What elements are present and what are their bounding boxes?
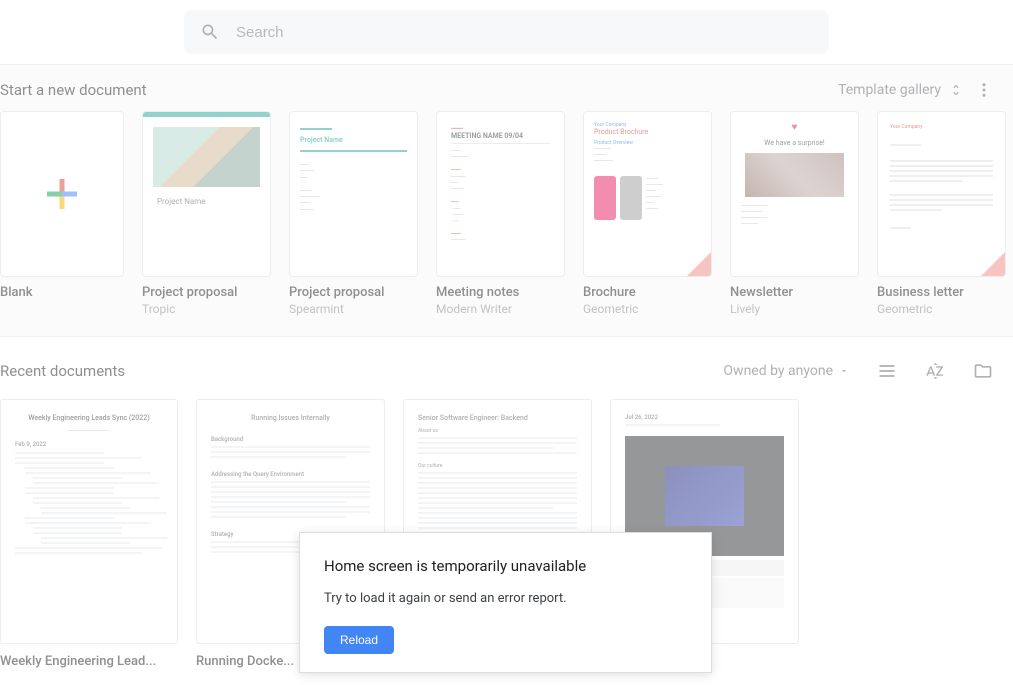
thumb-text: Your Company [594, 122, 701, 128]
plus-icon [42, 174, 82, 214]
template-subtitle: Tropic [142, 302, 271, 316]
template-proposal-tropic[interactable]: Project Name Project proposal Tropic [142, 111, 271, 316]
search-icon [200, 22, 220, 42]
thumb-text: Weekly Engineering Leads Sync (2022) [15, 414, 163, 422]
gallery-label-text: Template gallery [838, 82, 941, 98]
owned-by-label: Owned by anyone [723, 363, 833, 379]
search-box[interactable] [184, 10, 829, 54]
template-title: Project proposal [289, 285, 418, 300]
template-title: Brochure [583, 285, 712, 300]
thumb-text: Project Name [300, 136, 407, 144]
list-view-icon[interactable] [877, 361, 897, 381]
template-section: Start a new document Template gallery [0, 64, 1013, 337]
recent-section-title: Recent documents [0, 362, 125, 380]
thumb-text: Product Brochure [594, 128, 701, 136]
thumb-text: Background [211, 436, 370, 443]
thumb-text: We have a surprise! [741, 139, 848, 147]
template-subtitle: Spearmint [289, 302, 418, 316]
dialog-body: Try to load it again or send an error re… [324, 591, 687, 606]
folder-icon[interactable] [973, 361, 993, 381]
template-subtitle: Modern Writer [436, 302, 565, 316]
error-dialog: Home screen is temporarily unavailable T… [299, 532, 712, 673]
dropdown-icon [839, 366, 849, 376]
template-title: Newsletter [730, 285, 859, 300]
more-options-icon[interactable] [975, 81, 993, 99]
template-title: Meeting notes [436, 285, 565, 300]
thumb-text: Project Name [143, 197, 270, 206]
search-bar-container [0, 0, 1013, 64]
unfold-icon [949, 83, 963, 97]
thumb-text: Feb 9, 2022 [15, 441, 163, 448]
template-subtitle: Geometric [583, 302, 712, 316]
template-title: Blank [0, 285, 124, 300]
template-brochure[interactable]: Your Company Product Brochure Product Ov… [583, 111, 712, 316]
thumb-text: Product Overview [594, 140, 701, 146]
template-section-title: Start a new document [0, 81, 147, 99]
thumb-text: Jul 26, 2022 [625, 414, 784, 421]
dialog-title: Home screen is temporarily unavailable [324, 557, 687, 575]
thumb-text: Our culture [418, 463, 577, 469]
thumb-text: Senior Software Engineer: Backend [418, 414, 577, 422]
template-subtitle: Lively [730, 302, 859, 316]
recent-doc[interactable]: Weekly Engineering Leads Sync (2022) ━━━… [0, 399, 178, 669]
template-title: Project proposal [142, 285, 271, 300]
thumb-text: MEETING NAME 09/04 [451, 132, 550, 144]
thumb-text: About us [418, 428, 577, 434]
template-gallery-button[interactable]: Template gallery [838, 82, 963, 98]
template-business-letter[interactable]: Your Company Business letter [877, 111, 1006, 316]
reload-button[interactable]: Reload [324, 626, 394, 654]
thumb-text: Your Company [890, 124, 993, 130]
recent-doc-title: Weekly Engineering Lead... [0, 654, 178, 669]
template-proposal-spearmint[interactable]: Project Name ━━━━━━━━━━━━━━━━━━━━━━━━━━━… [289, 111, 418, 316]
heart-icon: ♥ [741, 122, 848, 133]
template-meeting-notes[interactable]: ━━━━ MEETING NAME 09/04 ━━━━━━━━━━━━━━━━… [436, 111, 565, 316]
owned-by-dropdown[interactable]: Owned by anyone [723, 363, 849, 379]
search-input[interactable] [236, 24, 813, 41]
thumb-text: Addressing the Query Environment [211, 471, 370, 478]
sort-icon[interactable] [925, 361, 945, 381]
template-subtitle: Geometric [877, 302, 1006, 316]
template-row: Blank Project Name Project proposal Trop… [0, 111, 1013, 316]
template-title: Business letter [877, 285, 1006, 300]
template-newsletter[interactable]: ♥ We have a surprise! ━━━━━━━━━━━━━━━━━━… [730, 111, 859, 316]
thumb-text: Running Issues Internally [211, 414, 370, 422]
template-blank[interactable]: Blank [0, 111, 124, 316]
